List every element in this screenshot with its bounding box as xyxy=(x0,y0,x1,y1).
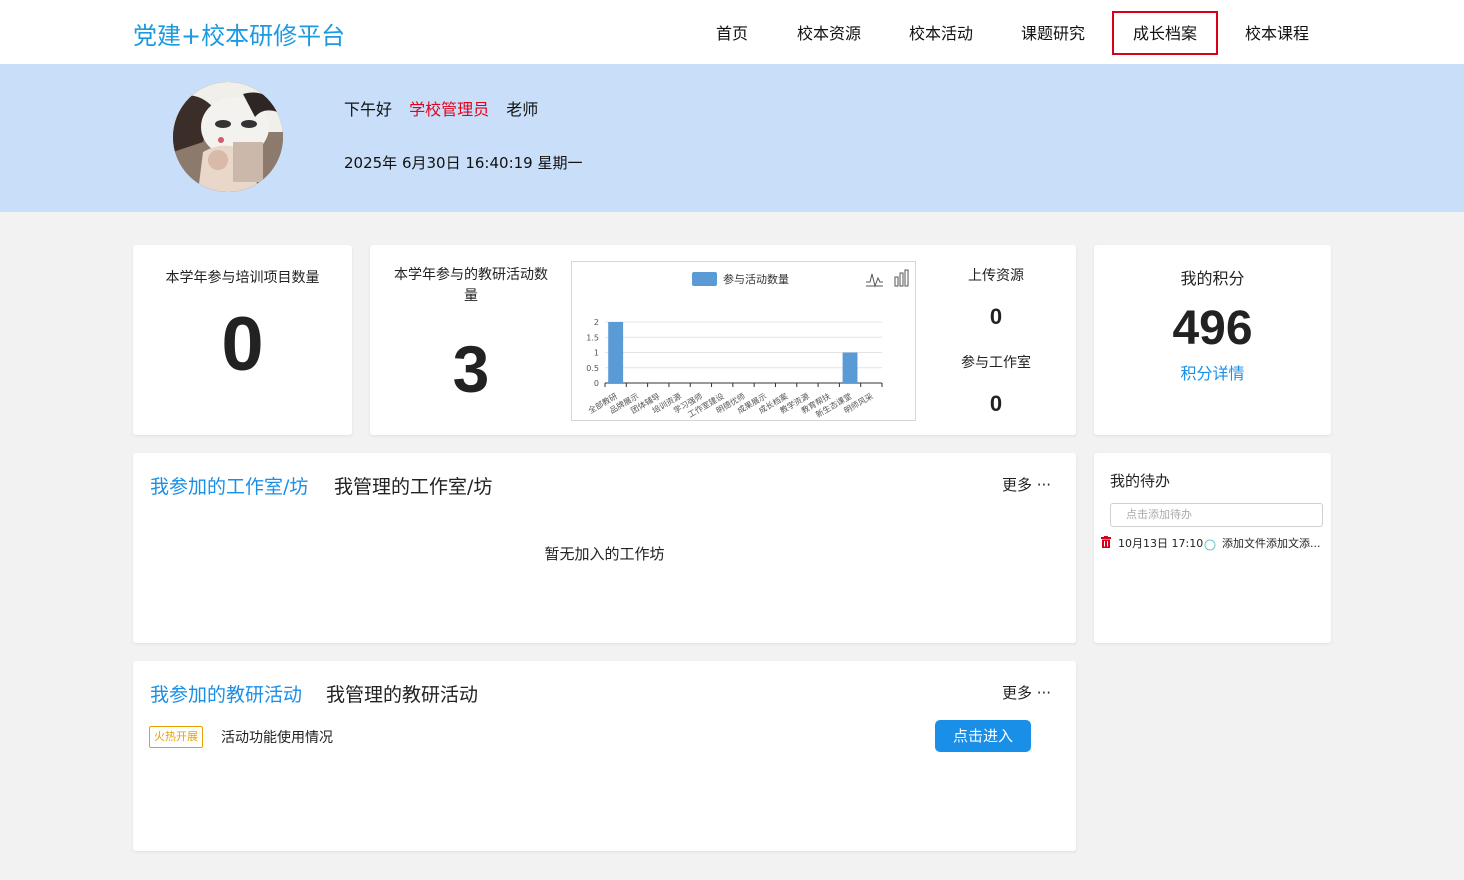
todo-card: 我的待办 点击添加待办 10月13日 17:10 添加文件添加文添... xyxy=(1094,453,1331,643)
nav-research[interactable]: 课题研究 xyxy=(1012,11,1094,55)
enter-activity-button[interactable]: 点击进入 xyxy=(935,720,1031,752)
top-navbar: 党建+校本研修平台 首页 校本资源 校本活动 课题研究 成长档案 校本课程 xyxy=(0,0,1464,64)
points-detail-link[interactable]: 积分详情 xyxy=(1094,360,1331,384)
tab-managed-activities[interactable]: 我管理的教研活动 xyxy=(326,680,478,707)
activity-more-link[interactable]: 更多 ··· xyxy=(1002,682,1051,703)
nav-school-activities[interactable]: 校本活动 xyxy=(900,11,982,55)
bar-0 xyxy=(608,322,624,383)
user-role: 学校管理员 xyxy=(409,100,490,119)
welcome-banner: 下午好 学校管理员 老师 2025年 6月30日 16:40:19 星期一 xyxy=(0,64,1464,212)
nav-school-courses[interactable]: 校本课程 xyxy=(1236,11,1318,55)
studio-count-value: 0 xyxy=(989,391,1003,416)
title-suffix: 老师 xyxy=(506,100,539,119)
y-tick-label: 1.5 xyxy=(586,333,599,342)
activity-section: 我参加的教研活动 我管理的教研活动 更多 ··· 火热开展 活动功能使用情况 点… xyxy=(133,661,1076,851)
status-badge: 火热开展 xyxy=(149,726,203,748)
legend-swatch xyxy=(692,272,717,286)
legend-label: 参与活动数量 xyxy=(723,272,789,286)
tab-managed-studios[interactable]: 我管理的工作室/坊 xyxy=(334,472,492,499)
circle-check-icon[interactable] xyxy=(1204,539,1216,551)
y-tick-label: 0.5 xyxy=(586,364,599,373)
avatar[interactable] xyxy=(173,82,283,192)
todo-add-input[interactable]: 点击添加待办 xyxy=(1110,503,1323,527)
greeting-line: 下午好 学校管理员 老师 xyxy=(344,96,550,120)
chart-svg: 参与活动数量00.511.52全部教研品牌展示团体辅导培训资源学习强师工作室建设… xyxy=(586,269,909,419)
trash-icon[interactable] xyxy=(1101,536,1111,548)
todo-text: 添加文件添加文添... xyxy=(1222,537,1321,550)
current-datetime: 2025年 6月30日 16:40:19 星期一 xyxy=(344,154,583,172)
todo-title: 我的待办 xyxy=(1110,472,1171,490)
y-tick-label: 2 xyxy=(594,318,599,327)
activity-count-value: 3 xyxy=(452,332,490,406)
activity-count-label: 本学年参与的教研活动数量 xyxy=(394,267,548,304)
tab-joined-activities[interactable]: 我参加的教研活动 xyxy=(150,680,302,707)
studio-count-label: 参与工作室 xyxy=(961,355,1031,371)
studio-more-link[interactable]: 更多 ··· xyxy=(1002,474,1051,495)
training-count-value: 0 xyxy=(221,302,264,387)
activity-stats-card: 本学年参与的教研活动数量 3 参与活动数量 0 0.5 1 1.5 2 全部教研 品牌展示 团体… xyxy=(370,245,1076,435)
bar-11 xyxy=(842,352,858,383)
training-count-card: 本学年参与培训项目数量 0 xyxy=(133,245,352,435)
tab-joined-studios[interactable]: 我参加的工作室/坊 xyxy=(150,472,308,499)
activity-bar-chart: 参与活动数量 0 0.5 1 1.5 2 全部教研 品牌展示 团体辅导 培训资源 学习强师 工作室建设… xyxy=(571,261,916,421)
upload-resources-label: 上传资源 xyxy=(968,268,1024,284)
points-card: 我的积分 496 积分详情 xyxy=(1094,245,1331,435)
y-tick-label: 1 xyxy=(594,349,599,358)
activity-title[interactable]: 活动功能使用情况 xyxy=(221,727,333,747)
todo-time: 10月13日 17:10 xyxy=(1118,537,1204,550)
greeting-text: 下午好 xyxy=(344,100,393,119)
bar-chart-toggle-bar2 xyxy=(899,272,904,287)
studio-section: 我参加的工作室/坊 我管理的工作室/坊 更多 ··· 暂无加入的工作坊 xyxy=(133,453,1076,643)
nav-home[interactable]: 首页 xyxy=(705,11,759,55)
bar-chart-toggle-icon xyxy=(894,276,899,287)
line-chart-toggle-icon xyxy=(866,273,883,288)
nav-school-resources[interactable]: 校本资源 xyxy=(788,11,870,55)
points-label: 我的积分 xyxy=(1180,269,1245,288)
y-tick-label: 0 xyxy=(594,379,599,388)
avatar-image-icon xyxy=(173,82,283,192)
todo-item[interactable]: 10月13日 17:10 添加文件添加文添... xyxy=(1101,535,1327,551)
studio-empty-text: 暂无加入的工作坊 xyxy=(544,545,665,563)
site-logo[interactable]: 党建+校本研修平台 xyxy=(133,16,345,51)
training-count-label: 本学年参与培训项目数量 xyxy=(165,270,320,286)
upload-resources-value: 0 xyxy=(989,304,1003,329)
nav-growth-archive[interactable]: 成长档案 xyxy=(1112,11,1218,55)
points-value: 496 xyxy=(1172,302,1253,355)
bar-chart-toggle-bar3 xyxy=(904,269,909,287)
